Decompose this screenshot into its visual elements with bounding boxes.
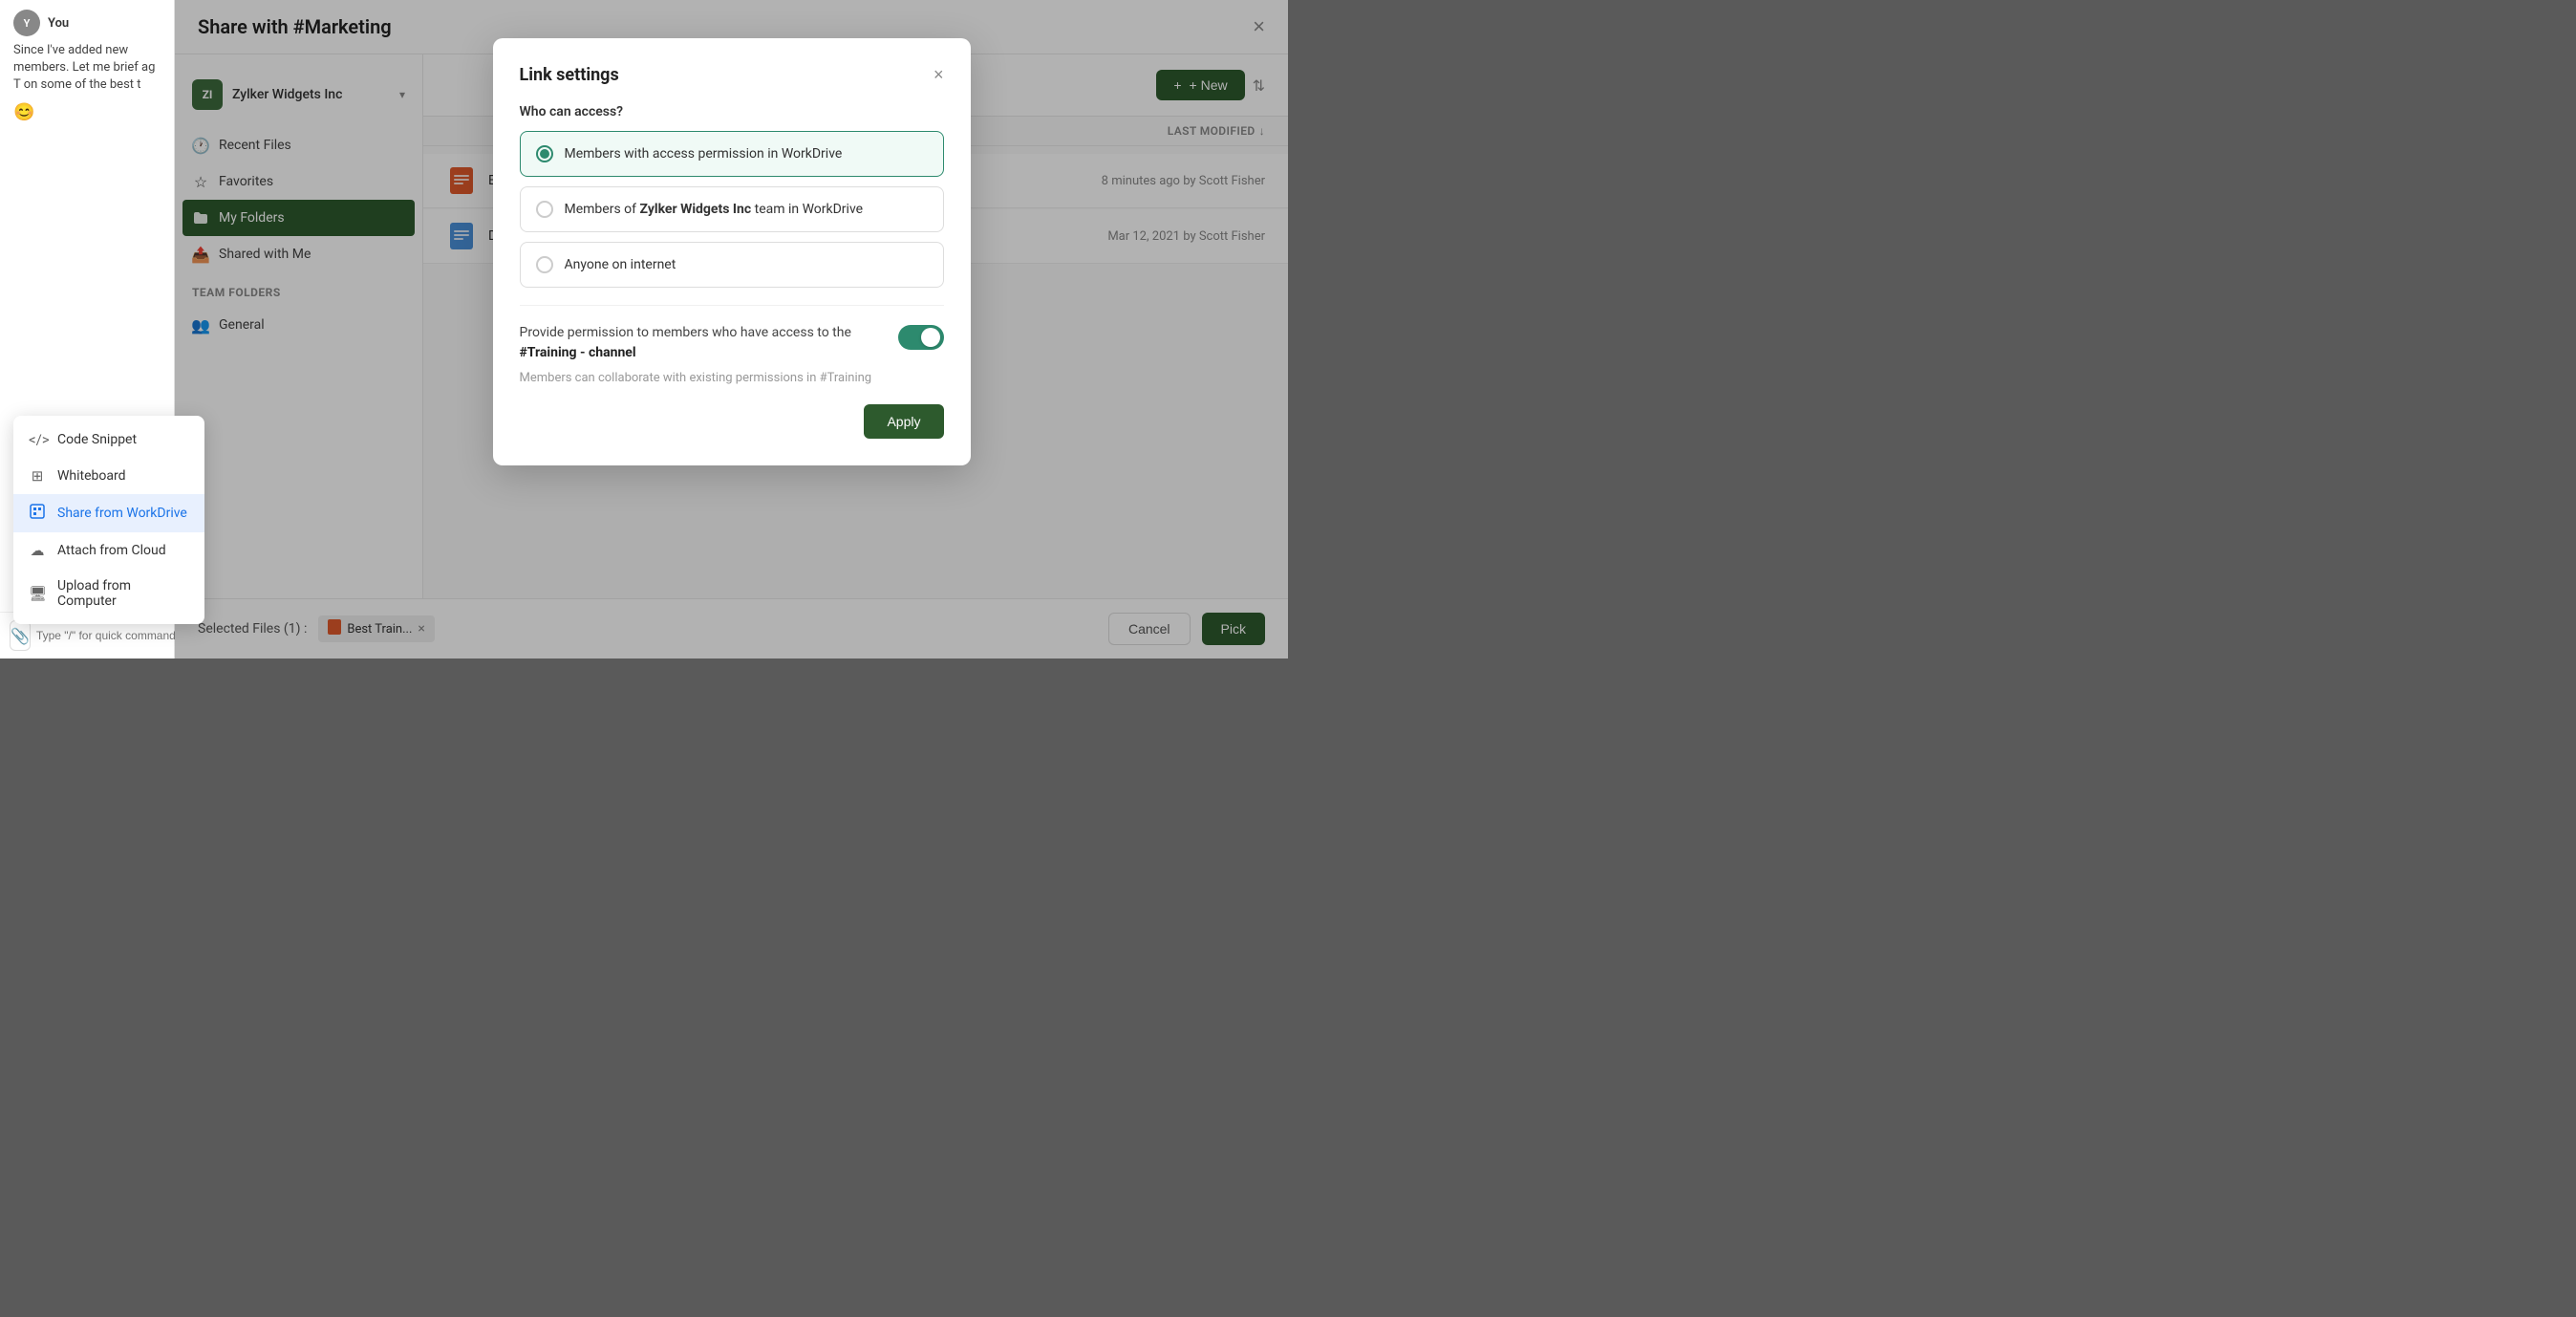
context-menu-item-share-workdrive[interactable]: Share from WorkDrive	[13, 494, 204, 532]
context-menu-item-code-snippet[interactable]: </> Code Snippet	[13, 421, 204, 458]
upload-computer-icon: 🖥	[29, 585, 46, 602]
code-snippet-label: Code Snippet	[57, 432, 137, 447]
attach-cloud-label: Attach from Cloud	[57, 543, 166, 558]
link-settings-overlay: Link settings × Who can access? Members …	[175, 0, 1288, 658]
code-snippet-icon: </>	[29, 431, 46, 448]
chat-username: You	[48, 16, 69, 31]
chat-panel: Y You Since I've added new members. Let …	[0, 0, 175, 658]
permission-row: Provide permission to members who have a…	[520, 305, 944, 385]
chat-message-area: Y You Since I've added new members. Let …	[0, 0, 174, 98]
chat-emoji: 😊	[0, 98, 174, 130]
toggle-track	[898, 325, 944, 350]
link-settings-title: Link settings	[520, 65, 619, 85]
upload-computer-label: Upload from Computer	[57, 578, 189, 609]
permission-description: Provide permission to members who have a…	[520, 323, 872, 363]
permission-toggle[interactable]	[898, 325, 944, 350]
context-menu-item-attach-cloud[interactable]: ☁ Attach from Cloud	[13, 532, 204, 569]
option-members-permission-label: Members with access permission in WorkDr…	[565, 146, 843, 162]
apply-button[interactable]: Apply	[864, 404, 943, 439]
share-workdrive-icon	[29, 504, 46, 523]
radio-circle-filled	[536, 145, 553, 162]
context-menu-item-upload-computer[interactable]: 🖥 Upload from Computer	[13, 569, 204, 618]
whiteboard-label: Whiteboard	[57, 468, 126, 484]
paperclip-button[interactable]: 📎	[10, 620, 31, 651]
avatar: Y	[13, 10, 40, 36]
option-members-team-label: Members of Zylker Widgets Inc team in Wo…	[565, 202, 864, 217]
link-settings-header: Link settings ×	[520, 65, 944, 85]
option-anyone-label: Anyone on internet	[565, 257, 676, 272]
toggle-thumb	[921, 328, 940, 347]
context-menu-item-whiteboard[interactable]: ⊞ Whiteboard	[13, 458, 204, 494]
file-picker-modal: Share with #Marketing × ZI Zylker Widget…	[175, 0, 1288, 658]
radio-option-members-permission[interactable]: Members with access permission in WorkDr…	[520, 131, 944, 177]
chat-input[interactable]	[36, 629, 184, 642]
link-settings-modal: Link settings × Who can access? Members …	[493, 38, 971, 465]
radio-option-anyone-internet[interactable]: Anyone on internet	[520, 242, 944, 288]
radio-option-members-team[interactable]: Members of Zylker Widgets Inc team in Wo…	[520, 186, 944, 232]
whiteboard-icon: ⊞	[29, 467, 46, 485]
channel-name: #Training - channel	[520, 345, 636, 360]
attach-cloud-icon: ☁	[29, 542, 46, 559]
link-settings-close-button[interactable]: ×	[934, 65, 944, 85]
context-menu: </> Code Snippet ⊞ Whiteboard Share from…	[13, 416, 204, 624]
radio-circle-empty-2	[536, 256, 553, 273]
permission-note: Members can collaborate with existing pe…	[520, 371, 872, 385]
share-workdrive-label: Share from WorkDrive	[57, 506, 187, 521]
who-can-access-label: Who can access?	[520, 104, 944, 119]
radio-circle-empty-1	[536, 201, 553, 218]
permission-text-area: Provide permission to members who have a…	[520, 323, 872, 385]
chat-message-text: Since I've added new members. Let me bri…	[13, 42, 161, 95]
